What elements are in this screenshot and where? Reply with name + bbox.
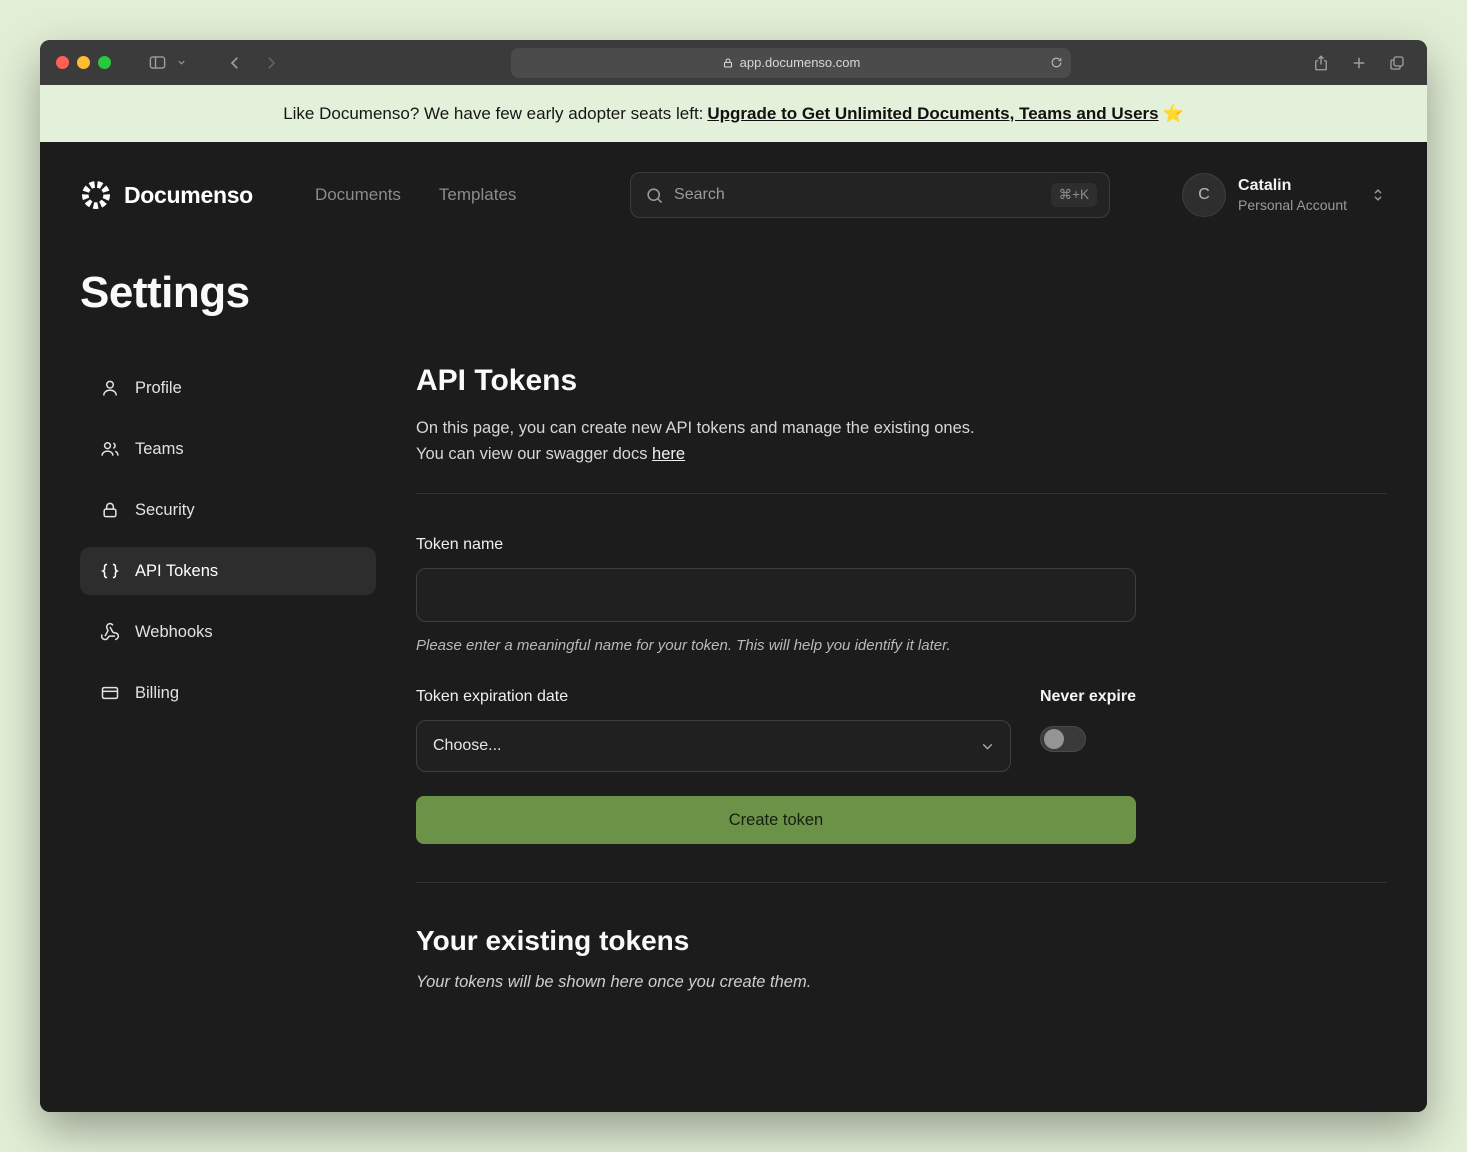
sidebar-item-profile[interactable]: Profile [80,364,376,412]
divider [416,493,1387,494]
avatar: C [1182,173,1226,217]
address-bar[interactable]: app.documenso.com [511,48,1071,78]
search-shortcut-badge: ⌘+K [1051,183,1097,207]
browser-titlebar: app.documenso.com [40,40,1427,85]
user-icon [100,378,120,398]
sidebar-item-label: Security [135,501,195,520]
token-name-label: Token name [416,536,1136,554]
star-emoji: ⭐ [1163,104,1184,124]
documenso-logo-icon [80,179,112,211]
existing-tokens-section: Your existing tokens Your tokens will be… [416,925,1387,992]
search-icon [645,186,664,205]
section-title: API Tokens [416,364,1387,398]
swagger-docs-link[interactable]: here [652,445,685,463]
sidebar-item-webhooks[interactable]: Webhooks [80,608,376,656]
documenso-app: Documenso Documents Templates Search ⌘+K… [40,142,1427,1112]
select-value: Choose... [433,737,501,755]
traffic-lights [56,56,111,69]
chevron-down-icon [979,738,996,755]
sidebar-item-label: Teams [135,440,184,459]
main-nav: Documents Templates [315,185,516,205]
expiration-date-label: Token expiration date [416,688,1011,706]
toggle-knob [1044,729,1064,749]
user-menu[interactable]: C Catalin Personal Account [1182,173,1387,217]
tab-overview-icon[interactable] [1383,49,1411,77]
user-name: Catalin [1238,177,1347,195]
api-tokens-panel: API Tokens On this page, you can create … [416,364,1387,992]
back-button-icon[interactable] [221,49,249,77]
sidebar-item-label: API Tokens [135,562,218,581]
sidebar-item-label: Billing [135,684,179,703]
reload-icon[interactable] [1050,56,1063,69]
section-description-line2: You can view our swagger docs [416,445,647,463]
brand-name: Documenso [124,182,253,209]
settings-sidebar: Profile Teams Security API Tokens Webhoo… [80,364,376,992]
token-name-hint: Please enter a meaningful name for your … [416,637,1136,654]
lock-icon [100,500,120,520]
never-expire-toggle[interactable] [1040,726,1086,752]
sidebar-item-label: Webhooks [135,623,213,642]
close-window-button[interactable] [56,56,69,69]
token-name-input[interactable] [416,568,1136,622]
divider [416,882,1387,883]
forward-button-icon [257,49,285,77]
section-description-line1: On this page, you can create new API tok… [416,419,975,437]
sidebar-item-teams[interactable]: Teams [80,425,376,473]
zoom-window-button[interactable] [98,56,111,69]
sidebar-item-label: Profile [135,379,182,398]
expiration-date-select[interactable]: Choose... [416,720,1011,772]
url-text: app.documenso.com [740,55,861,70]
browser-window: app.documenso.com Like Documenso? We hav… [40,40,1427,1112]
search-input[interactable]: Search ⌘+K [630,172,1110,218]
sidebar-item-security[interactable]: Security [80,486,376,534]
create-token-form: Token name Please enter a meaningful nam… [416,536,1136,844]
page-title: Settings [80,268,1427,318]
sidebar-item-api-tokens[interactable]: API Tokens [80,547,376,595]
promo-text: Like Documenso? We have few early adopte… [283,104,703,124]
braces-icon [100,561,120,581]
user-account-type: Personal Account [1238,197,1347,213]
create-token-button[interactable]: Create token [416,796,1136,844]
existing-tokens-empty-text: Your tokens will be shown here once you … [416,973,1387,992]
sidebar-item-billing[interactable]: Billing [80,669,376,717]
share-icon[interactable] [1307,49,1335,77]
webhook-icon [100,622,120,642]
app-header: Documenso Documents Templates Search ⌘+K… [40,142,1427,218]
upgrade-link[interactable]: Upgrade to Get Unlimited Documents, Team… [707,104,1158,124]
credit-card-icon [100,683,120,703]
brand[interactable]: Documenso [80,179,253,211]
chevrons-up-down-icon [1369,186,1387,204]
minimize-window-button[interactable] [77,56,90,69]
existing-tokens-title: Your existing tokens [416,925,1387,957]
nav-templates[interactable]: Templates [439,185,516,205]
promo-banner: Like Documenso? We have few early adopte… [40,85,1427,142]
lock-icon [722,57,734,69]
user-meta: Catalin Personal Account [1238,177,1347,213]
new-tab-icon[interactable] [1345,49,1373,77]
sidebar-chevron-icon[interactable] [173,49,189,77]
search-placeholder: Search [674,186,725,204]
sidebar-toggle-icon[interactable] [143,49,171,77]
never-expire-label: Never expire [1040,688,1136,706]
users-icon [100,439,120,459]
nav-documents[interactable]: Documents [315,185,401,205]
